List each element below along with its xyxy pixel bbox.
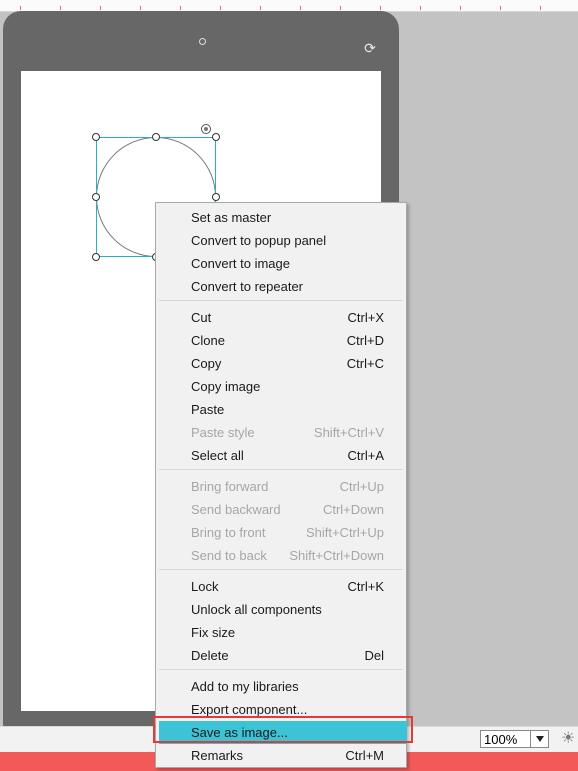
menu-item-label: Send to back: [191, 548, 267, 563]
menu-item-label: Convert to image: [191, 256, 290, 271]
menu-item-convert-to-image[interactable]: Convert to image: [156, 252, 406, 275]
menu-item-label: Select all: [191, 448, 244, 463]
menu-item-label: Paste: [191, 402, 225, 417]
menu-item-label: Fix size: [191, 625, 236, 640]
menu-item-label: Lock: [191, 579, 219, 594]
menu-item-shortcut: Ctrl+A: [347, 448, 384, 463]
menu-separator: [159, 300, 403, 301]
menu-item-set-as-master[interactable]: Set as master: [156, 206, 406, 229]
menu-item-label: Convert to repeater: [191, 279, 304, 294]
menu-item-fix-size[interactable]: Fix size: [156, 621, 406, 644]
menu-item-convert-to-popup-panel[interactable]: Convert to popup panel: [156, 229, 406, 252]
menu-item-label: Send backward: [191, 502, 281, 517]
menu-item-shortcut: Ctrl+C: [346, 356, 384, 371]
menu-item-convert-to-repeater[interactable]: Convert to repeater: [156, 275, 406, 298]
menu-item-shortcut: Ctrl+M: [345, 748, 384, 763]
menu-item-shortcut: Ctrl+D: [346, 333, 384, 348]
menu-item-label: Remarks: [191, 748, 244, 763]
menu-item-unlock-all-components[interactable]: Unlock all components: [156, 598, 406, 621]
menu-item-paste-style[interactable]: Paste style Shift+Ctrl+V: [156, 421, 406, 444]
menu-item-label: Copy: [191, 356, 222, 371]
zoom-value: 100%: [484, 732, 518, 747]
menu-item-send-to-back[interactable]: Send to back Shift+Ctrl+Down: [156, 544, 406, 567]
resize-handle-left[interactable]: [92, 193, 100, 201]
menu-item-shortcut: Del: [364, 648, 384, 663]
resize-handle-top-right[interactable]: [212, 133, 220, 141]
menu-item-delete[interactable]: Delete Del: [156, 644, 406, 667]
zoom-select[interactable]: 100%: [480, 730, 549, 748]
resize-handle-top[interactable]: [152, 133, 160, 141]
context-menu: Set as master Convert to popup panel Con…: [155, 202, 407, 768]
menu-item-label: Delete: [191, 648, 229, 663]
menu-item-label: Convert to popup panel: [191, 233, 327, 248]
rotation-handle[interactable]: [201, 124, 211, 134]
menu-item-cut[interactable]: Cut Ctrl+X: [156, 306, 406, 329]
menu-item-shortcut: Ctrl+Down: [322, 502, 384, 517]
menu-item-shortcut: Ctrl+X: [347, 310, 384, 325]
sun-icon[interactable]: ☀: [561, 730, 578, 748]
menu-item-label: Set as master: [191, 210, 272, 225]
resize-handle-top-left[interactable]: [92, 133, 100, 141]
menu-item-send-backward[interactable]: Send backward Ctrl+Down: [156, 498, 406, 521]
menu-item-select-all[interactable]: Select all Ctrl+A: [156, 444, 406, 467]
menu-item-add-to-my-libraries[interactable]: Add to my libraries: [156, 675, 406, 698]
menu-item-label: Copy image: [191, 379, 261, 394]
menu-item-label: Clone: [191, 333, 225, 348]
menu-item-copy[interactable]: Copy Ctrl+C: [156, 352, 406, 375]
menu-separator: [159, 669, 403, 670]
menu-item-label: Add to my libraries: [191, 679, 299, 694]
menu-item-label: Cut: [191, 310, 212, 325]
camera-icon: [199, 38, 206, 45]
menu-item-copy-image[interactable]: Copy image: [156, 375, 406, 398]
menu-item-bring-forward[interactable]: Bring forward Ctrl+Up: [156, 475, 406, 498]
menu-item-label: Paste style: [191, 425, 255, 440]
menu-item-label: Unlock all components: [191, 602, 322, 617]
chevron-down-icon[interactable]: [530, 731, 548, 747]
menu-item-shortcut: Shift+Ctrl+Down: [289, 548, 384, 563]
menu-item-label: Bring forward: [191, 479, 269, 494]
annotation-highlight-frame: [153, 716, 413, 743]
menu-item-shortcut: Ctrl+Up: [339, 479, 384, 494]
menu-item-clone[interactable]: Clone Ctrl+D: [156, 329, 406, 352]
menu-item-shortcut: Shift+Ctrl+Up: [305, 525, 384, 540]
menu-item-lock[interactable]: Lock Ctrl+K: [156, 575, 406, 598]
menu-separator: [159, 469, 403, 470]
resize-handle-bottom-left[interactable]: [92, 253, 100, 261]
menu-item-label: Bring to front: [191, 525, 266, 540]
menu-item-shortcut: Ctrl+K: [347, 579, 384, 594]
resize-handle-right[interactable]: [212, 193, 220, 201]
rotate-screen-icon[interactable]: ⟳: [361, 39, 379, 57]
menu-item-paste[interactable]: Paste: [156, 398, 406, 421]
menu-separator: [159, 569, 403, 570]
menu-item-remarks[interactable]: Remarks Ctrl+M: [156, 744, 406, 767]
menu-item-shortcut: Shift+Ctrl+V: [313, 425, 384, 440]
menu-item-bring-to-front[interactable]: Bring to front Shift+Ctrl+Up: [156, 521, 406, 544]
